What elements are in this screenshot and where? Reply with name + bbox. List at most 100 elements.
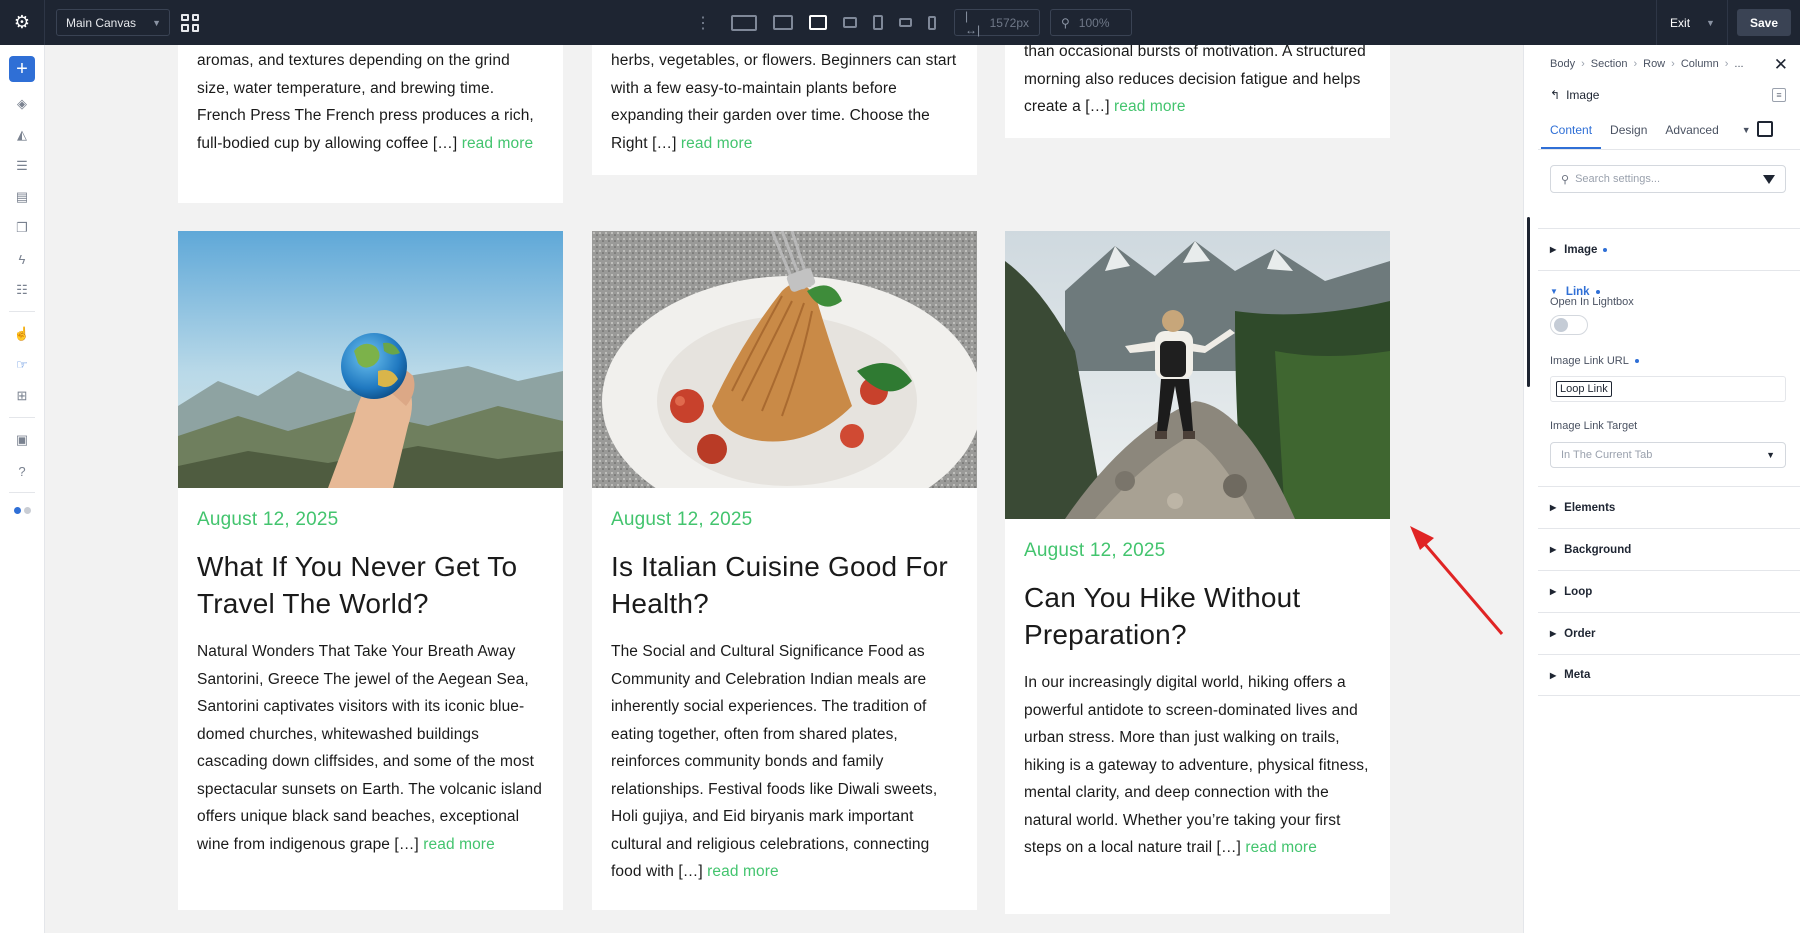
section-background[interactable]: ▶ Background (1538, 528, 1800, 570)
tabs-chevron-down-icon[interactable]: ▼ (1742, 125, 1751, 135)
open-lightbox-label: Open In Lightbox (1550, 296, 1634, 308)
breadcrumb: Body › Section › Row › Column › ... (1550, 58, 1744, 70)
top-toolbar: ⚙ Main Canvas ▼ ⋮ |↔| 1572px ⚲ 100% Exit… (0, 0, 1800, 45)
post-title[interactable]: Can You Hike Without Preparation? (1024, 579, 1371, 653)
read-more-link[interactable]: read more (707, 863, 779, 880)
image-link-target-label: Image Link Target (1550, 420, 1638, 432)
section-background-label: Background (1564, 543, 1632, 556)
widescreen-device-icon[interactable] (731, 14, 757, 31)
tablet-portrait-device-icon[interactable] (873, 15, 883, 30)
interaction-cursor-icon[interactable]: ☝ (13, 325, 31, 343)
element-name-label: Image (1566, 88, 1600, 102)
post-card[interactable]: aromas, and textures depending on the gr… (178, 45, 563, 203)
image-link-target-select[interactable]: In The Current Tab ▼ (1550, 442, 1786, 468)
tablet-landscape-device-icon[interactable] (843, 17, 857, 28)
exit-options-chevron-icon[interactable]: ▼ (1700, 0, 1728, 45)
section-loop[interactable]: ▶ Loop (1538, 570, 1800, 612)
caret-down-icon: ▼ (1550, 287, 1558, 296)
post-date: August 12, 2025 (197, 509, 339, 530)
post-image-hiker[interactable] (1005, 231, 1390, 519)
read-more-link[interactable]: read more (462, 135, 534, 152)
more-vertical-icon[interactable]: ⋮ (695, 13, 711, 33)
builder-canvas: aromas, and textures depending on the gr… (45, 45, 1523, 933)
settings-lines-icon[interactable]: ☷ (13, 281, 31, 299)
canvas-width-field[interactable]: |↔| 1572px (954, 8, 1040, 37)
database-icon[interactable]: ☰ (13, 157, 31, 175)
tab-design[interactable]: Design (1601, 119, 1656, 147)
canvas-select[interactable]: Main Canvas ▼ (56, 9, 170, 36)
interaction-multi-icon[interactable]: ☞ (13, 356, 31, 374)
rail-divider (9, 311, 35, 312)
tab-content[interactable]: Content (1541, 119, 1602, 149)
read-more-link[interactable]: read more (1114, 98, 1186, 115)
element-options-icon[interactable]: ≡ (1772, 88, 1786, 102)
lightning-icon[interactable]: ϟ (13, 250, 31, 268)
panel-scrollbar[interactable] (1527, 217, 1530, 387)
post-card[interactable]: herbs, vegetables, or flowers. Beginners… (592, 45, 977, 175)
tab-advanced[interactable]: Advanced (1656, 119, 1727, 147)
post-excerpt: than occasional bursts of motivation. A … (1024, 45, 1366, 115)
mobile-portrait-device-icon[interactable] (928, 15, 936, 30)
settings-gear-icon[interactable]: ⚙ (0, 0, 45, 45)
close-icon[interactable]: ✕ (1774, 55, 1788, 75)
breadcrumb-row[interactable]: Row (1643, 58, 1665, 70)
save-button[interactable]: Save (1736, 9, 1791, 36)
breadcrumb-more[interactable]: ... (1734, 58, 1743, 70)
open-lightbox-toggle[interactable] (1550, 315, 1588, 335)
breadcrumb-section[interactable]: Section (1591, 58, 1628, 70)
desktop-device-icon[interactable] (773, 15, 793, 30)
caret-right-icon: ▶ (1550, 587, 1557, 596)
read-more-link[interactable]: read more (1245, 839, 1317, 856)
templates-icon[interactable]: ▣ (13, 431, 31, 449)
post-image-pasta[interactable] (592, 231, 977, 488)
post-image-globe[interactable] (178, 231, 563, 488)
laptop-device-icon[interactable] (809, 15, 827, 30)
section-meta[interactable]: ▶ Meta (1538, 654, 1800, 696)
pages-icon[interactable]: ❐ (13, 219, 31, 237)
layers-icon[interactable]: ◈ (13, 95, 31, 113)
section-image-label: Image (1564, 243, 1598, 256)
post-card[interactable]: than occasional bursts of motivation. A … (1005, 45, 1390, 138)
loop-link-chip[interactable]: Loop Link (1556, 381, 1612, 397)
panel-layout-icon[interactable] (1756, 121, 1773, 137)
settings-tabs: Content Design Advanced ▼ (1541, 119, 1797, 149)
exit-button[interactable]: Exit (1656, 0, 1700, 45)
post-card[interactable]: August 12, 2025 What If You Never Get To… (178, 231, 563, 910)
zoom-field[interactable]: ⚲ 100% (1050, 9, 1132, 36)
image-link-url-field[interactable]: Loop Link (1550, 376, 1786, 402)
width-arrows-icon: |↔| (965, 8, 981, 37)
read-more-link[interactable]: read more (681, 135, 753, 152)
back-arrow-icon[interactable]: ↰ (1550, 88, 1560, 102)
read-more-link[interactable]: read more (423, 836, 495, 853)
post-card[interactable]: August 12, 2025 Can You Hike Without Pre… (1005, 231, 1390, 914)
post-card[interactable]: August 12, 2025 Is Italian Cuisine Good … (592, 231, 977, 910)
chevron-down-icon: ▼ (152, 17, 161, 28)
add-element-button[interactable]: + (9, 56, 35, 82)
post-title[interactable]: Is Italian Cuisine Good For Health? (611, 548, 958, 622)
filter-icon[interactable] (1763, 174, 1775, 184)
rail-divider (9, 492, 35, 493)
breadcrumb-body[interactable]: Body (1550, 58, 1575, 70)
form-icon[interactable]: ▤ (13, 188, 31, 206)
section-elements[interactable]: ▶ Elements (1538, 486, 1800, 528)
selected-element-name: ↰ Image (1550, 88, 1599, 102)
search-icon: ⚲ (1561, 173, 1570, 186)
caret-right-icon: ▶ (1550, 503, 1557, 512)
post-title[interactable]: What If You Never Get To Travel The Worl… (197, 548, 544, 622)
left-toolbar: + ◈ ◭ ☰ ▤ ❐ ϟ ☷ ☝ ☞ ⊞ ▣ ? (0, 45, 45, 933)
style-icon[interactable]: ◭ (13, 126, 31, 144)
section-order-label: Order (1564, 627, 1596, 640)
theme-toggle[interactable] (13, 507, 31, 514)
grid-view-icon[interactable] (181, 13, 199, 32)
help-icon[interactable]: ? (13, 462, 31, 480)
mobile-landscape-device-icon[interactable] (899, 18, 912, 27)
post-excerpt: aromas, and textures depending on the gr… (197, 52, 534, 152)
components-icon[interactable]: ⊞ (13, 387, 31, 405)
modified-indicator (1603, 247, 1608, 252)
section-loop-label: Loop (1564, 585, 1593, 598)
search-placeholder: Search settings... (1575, 173, 1661, 185)
section-order[interactable]: ▶ Order (1538, 612, 1800, 654)
section-image[interactable]: ▶ Image (1538, 228, 1800, 270)
breadcrumb-column[interactable]: Column (1681, 58, 1719, 70)
settings-search-input[interactable]: ⚲ Search settings... (1550, 165, 1786, 193)
